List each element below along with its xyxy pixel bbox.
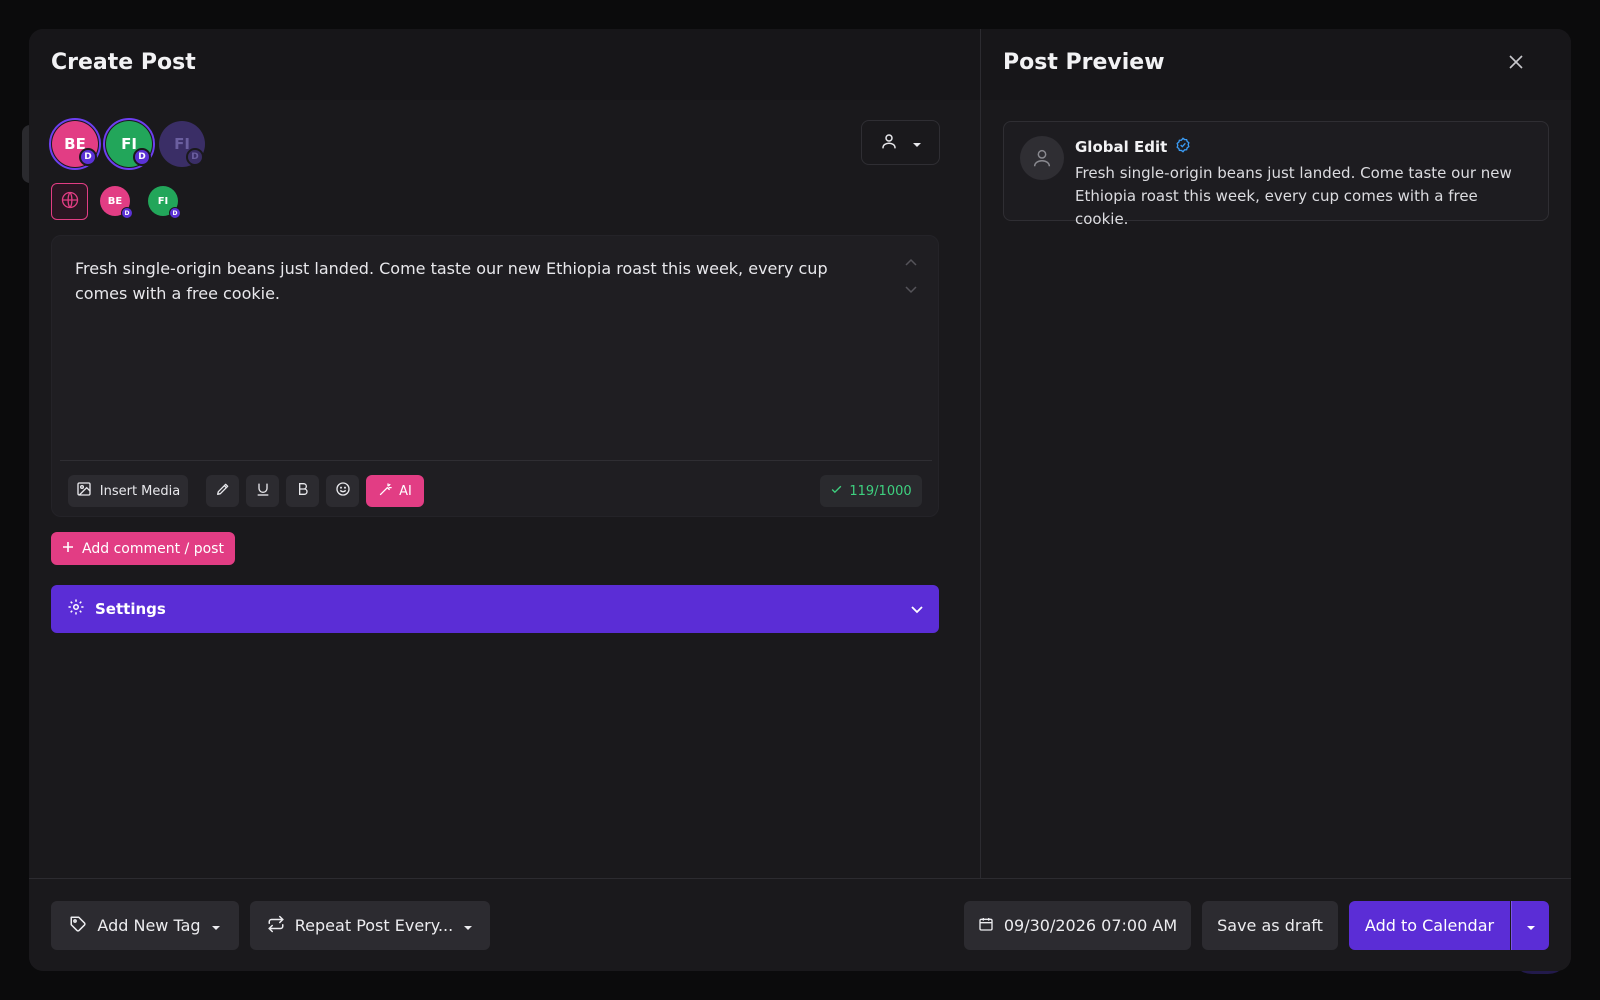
globe-icon — [60, 190, 80, 214]
smile-icon — [335, 481, 351, 501]
character-count: 119/1000 — [849, 483, 912, 499]
add-comment-button[interactable]: Add comment / post — [51, 532, 235, 565]
settings-accordion[interactable]: Settings — [51, 585, 939, 633]
repeat-post-button[interactable]: Repeat Post Every... — [250, 901, 490, 950]
caret-down-icon — [912, 133, 922, 152]
schedule-datetime: 09/30/2026 07:00 AM — [1003, 916, 1178, 935]
channel-badge: D — [121, 207, 133, 219]
add-to-calendar-label: Add to Calendar — [1364, 916, 1495, 935]
close-icon — [1508, 54, 1524, 74]
insert-media-button[interactable]: Insert Media — [68, 475, 188, 507]
caret-down-icon — [1526, 916, 1536, 935]
image-icon — [76, 481, 92, 501]
tag-icon — [69, 915, 87, 937]
caret-down-icon — [211, 916, 221, 935]
verified-icon — [1175, 137, 1191, 157]
preview-account: Global Edit — [1075, 137, 1191, 157]
ai-label: AI — [399, 483, 412, 499]
add-tag-button[interactable]: Add New Tag — [51, 901, 239, 950]
bold-icon — [295, 481, 311, 501]
scroll-down-icon[interactable] — [904, 283, 918, 297]
close-button[interactable] — [1501, 49, 1531, 79]
preview-header: Post Preview — [981, 29, 1571, 100]
signature-button[interactable] — [206, 475, 239, 507]
add-tag-label: Add New Tag — [97, 916, 201, 935]
user-icon — [880, 132, 898, 154]
channel-badge: D — [169, 207, 181, 219]
bold-button[interactable] — [286, 475, 319, 507]
editor-divider — [60, 460, 932, 461]
character-counter: 119/1000 — [820, 475, 922, 507]
modal-footer: Add New Tag Repeat Post Every... 09/30/2… — [29, 878, 1571, 971]
repeat-icon — [267, 915, 285, 937]
channel-tab-be[interactable]: BE D — [100, 186, 133, 219]
insert-media-label: Insert Media — [99, 483, 181, 499]
add-to-calendar-options-button[interactable] — [1511, 901, 1549, 950]
emoji-button[interactable] — [326, 475, 359, 507]
underline-button[interactable] — [246, 475, 279, 507]
settings-label: Settings — [95, 600, 166, 618]
account-badge: D — [186, 148, 204, 166]
save-draft-button[interactable]: Save as draft — [1202, 901, 1338, 950]
post-editor: Fresh single-origin beans just landed. C… — [51, 235, 939, 517]
post-preview-panel: Post Preview Global Edit Fresh single-or… — [981, 29, 1571, 878]
underline-icon — [255, 481, 271, 501]
save-draft-label: Save as draft — [1217, 916, 1323, 935]
plus-icon — [62, 541, 74, 557]
post-text-area[interactable]: Fresh single-origin beans just landed. C… — [75, 256, 885, 306]
preview-text: Fresh single-origin beans just landed. C… — [1075, 164, 1512, 228]
global-edit-button[interactable] — [51, 183, 88, 220]
account-badge: D — [79, 148, 97, 166]
schedule-datetime-button[interactable]: 09/30/2026 07:00 AM — [964, 901, 1191, 950]
preview-account-name: Global Edit — [1075, 138, 1168, 156]
create-post-header: Create Post — [29, 29, 980, 100]
check-icon — [830, 483, 843, 500]
ai-button[interactable]: AI — [366, 475, 424, 507]
add-comment-label: Add comment / post — [82, 540, 224, 557]
scroll-up-icon[interactable] — [904, 255, 918, 269]
calendar-icon — [978, 916, 994, 936]
caret-down-icon — [463, 916, 473, 935]
add-to-calendar-button[interactable]: Add to Calendar — [1349, 901, 1510, 950]
chevron-down-icon — [911, 600, 923, 618]
avatar — [1020, 136, 1064, 180]
account-avatar-be[interactable]: BE D — [49, 118, 101, 170]
account-select-dropdown[interactable] — [861, 120, 940, 165]
preview-title: Post Preview — [1003, 50, 1165, 75]
create-post-modal: Create Post BE D FI D FI D BE D FI D Fre… — [29, 29, 1571, 971]
preview-card: Global Edit Fresh single-origin beans ju… — [1003, 121, 1549, 228]
channel-tab-fi[interactable]: FI D — [148, 186, 181, 219]
magic-wand-icon — [378, 482, 393, 501]
account-avatar-fi[interactable]: FI D — [103, 118, 155, 170]
gear-icon — [67, 598, 85, 620]
account-badge: D — [133, 148, 151, 166]
repeat-post-label: Repeat Post Every... — [294, 916, 454, 935]
page-title: Create Post — [51, 50, 196, 75]
account-avatar-fi-unselected[interactable]: FI D — [159, 121, 207, 169]
pencil-icon — [215, 481, 231, 501]
